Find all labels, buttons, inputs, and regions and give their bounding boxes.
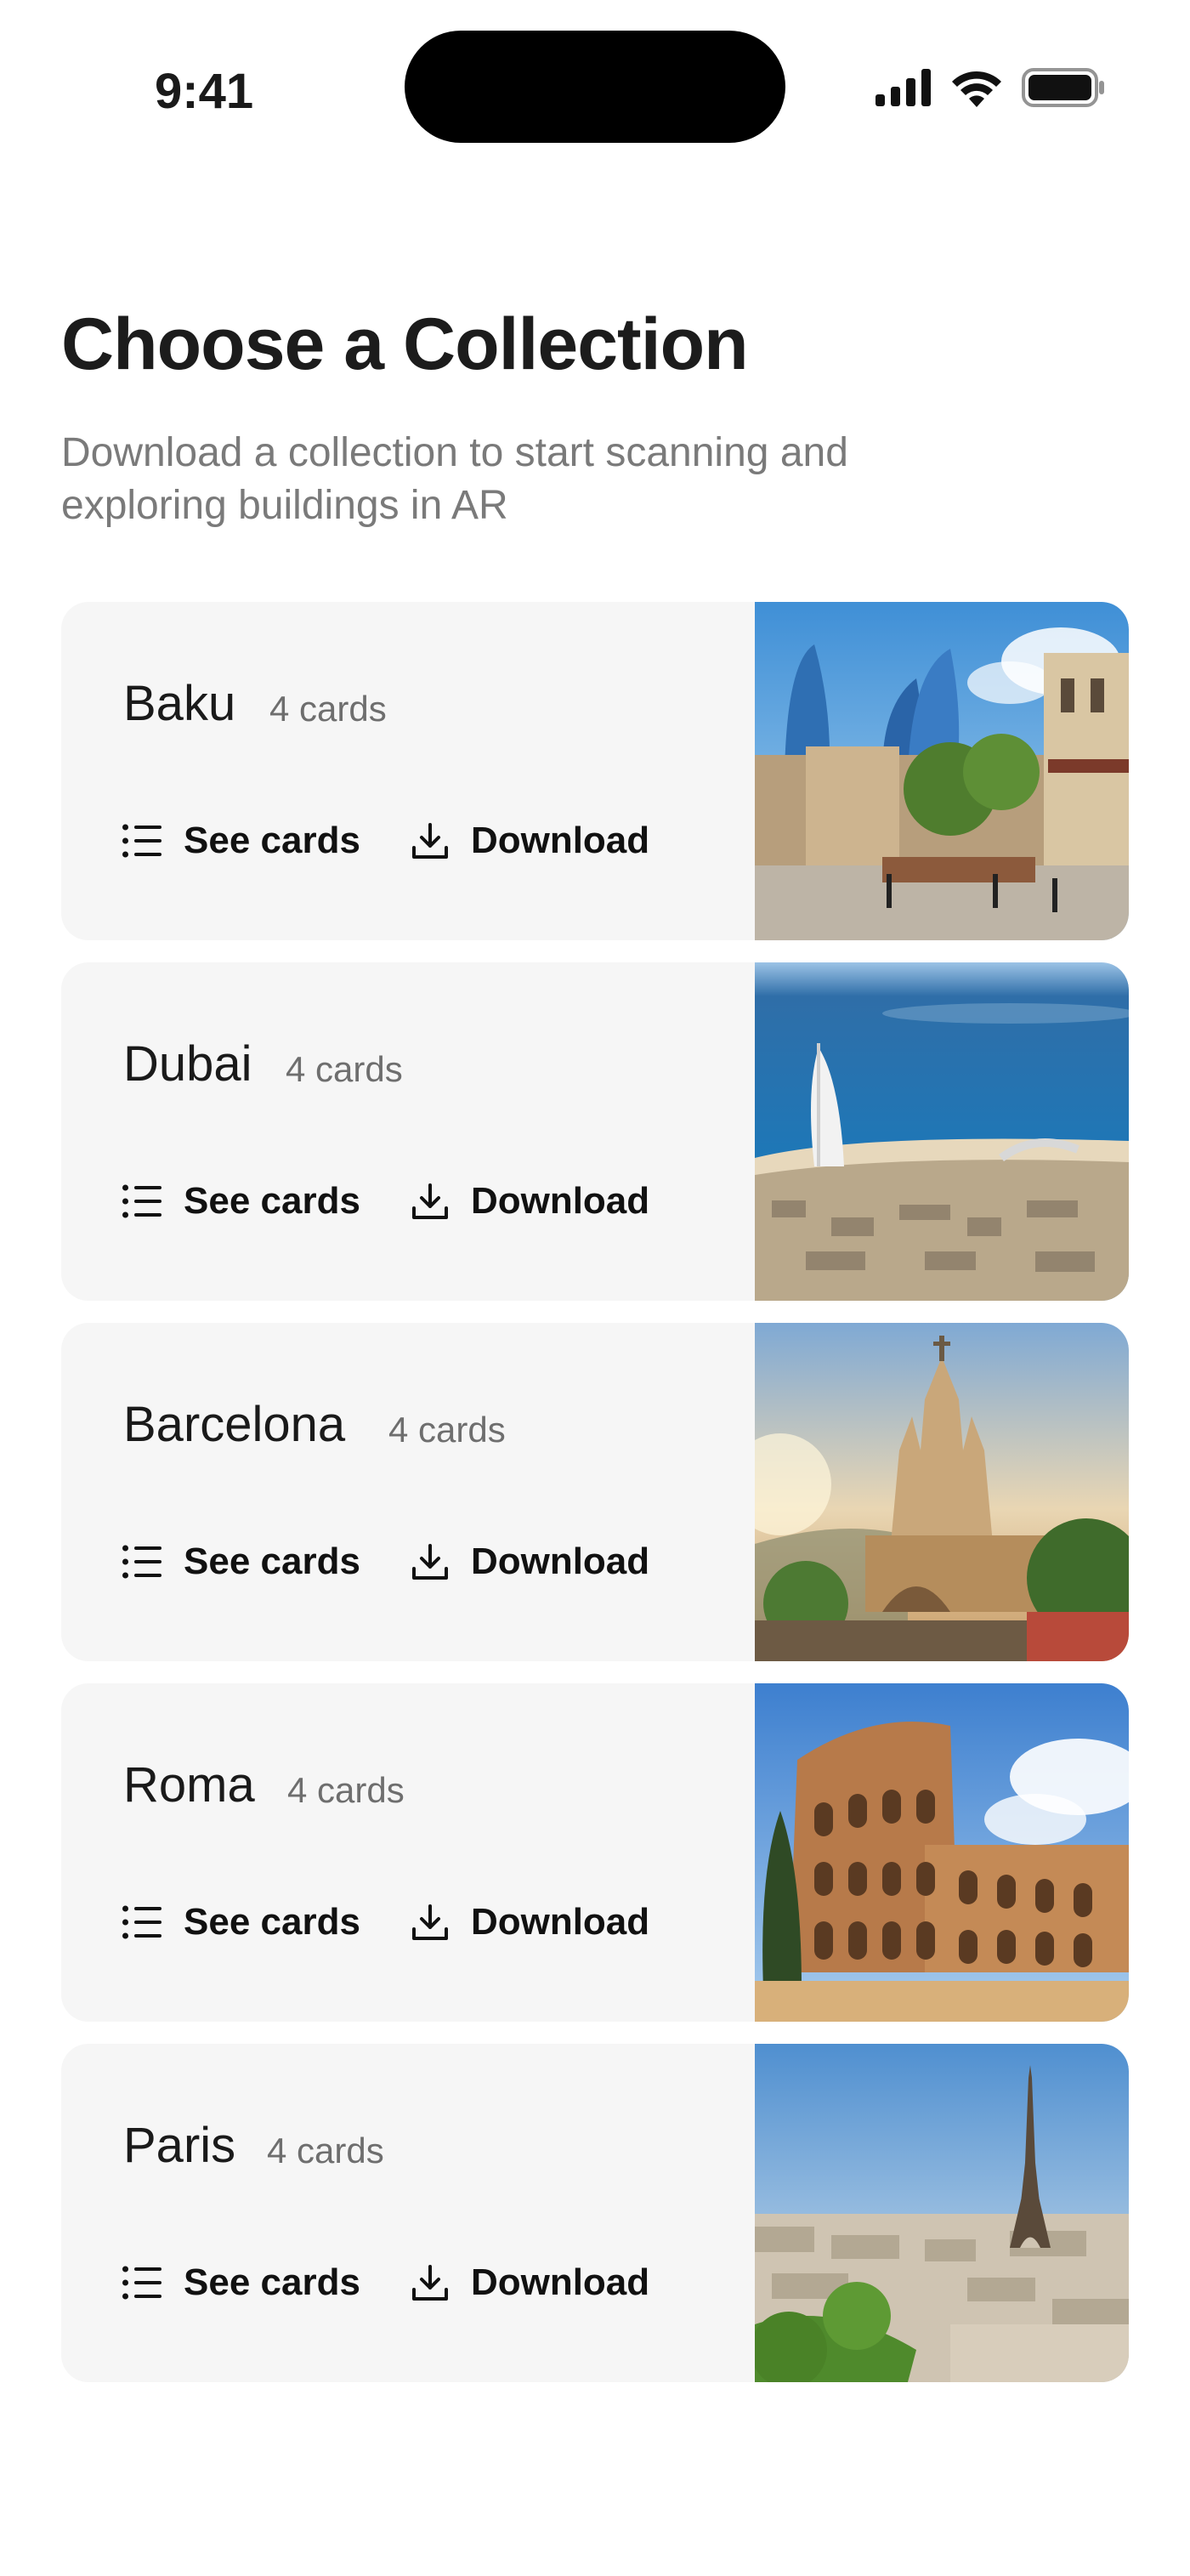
baku-photo — [755, 602, 1129, 940]
collection-card-paris: Paris 4 cards See cards Download — [61, 2044, 1129, 2382]
card-actions: See cards Download — [122, 1901, 649, 1943]
list-icon — [122, 1184, 162, 1218]
collection-card-count: 4 cards — [287, 1770, 405, 1810]
battery-icon — [1022, 68, 1105, 107]
status-bar: 9:41 — [0, 0, 1190, 145]
collection-name: Barcelona — [123, 1397, 346, 1452]
download-icon — [411, 822, 449, 860]
see-cards-label: See cards — [184, 1901, 360, 1943]
card-actions: See cards Download — [122, 2261, 649, 2304]
page-subtitle: Download a collection to start scanning … — [61, 430, 848, 528]
list-icon — [122, 824, 162, 858]
download-icon — [411, 2264, 449, 2301]
download-button[interactable]: Download — [411, 1901, 649, 1943]
collection-card-count: 4 cards — [388, 1410, 506, 1450]
download-label: Download — [470, 2261, 650, 2303]
collection-list: Baku 4 cards See cards Download Dubai 4 … — [61, 602, 1129, 2404]
collection-name: Paris — [123, 2118, 236, 2173]
collection-card-dubai: Dubai 4 cards See cards Download — [61, 962, 1129, 1301]
card-actions: See cards Download — [122, 1180, 649, 1223]
download-label: Download — [470, 1540, 650, 1582]
wifi-icon — [950, 68, 1003, 107]
download-icon — [411, 1543, 449, 1580]
see-cards-label: See cards — [184, 1180, 360, 1222]
see-cards-label: See cards — [184, 820, 360, 861]
download-label: Download — [470, 1180, 650, 1222]
list-icon — [122, 2266, 162, 2300]
collection-card-count: 4 cards — [269, 689, 387, 729]
download-button[interactable]: Download — [411, 2261, 649, 2304]
see-cards-button[interactable]: See cards — [122, 1540, 360, 1583]
paris-photo — [755, 2044, 1129, 2382]
dubai-photo — [755, 962, 1129, 1301]
see-cards-button[interactable]: See cards — [122, 1180, 360, 1223]
see-cards-label: See cards — [184, 1540, 360, 1582]
collection-name: Roma — [123, 1757, 255, 1813]
page-title: Choose a Collection — [61, 304, 749, 385]
download-button[interactable]: Download — [411, 820, 649, 862]
cellular-signal-icon — [876, 69, 932, 106]
see-cards-button[interactable]: See cards — [122, 1901, 360, 1943]
download-button[interactable]: Download — [411, 1180, 649, 1223]
card-actions: See cards Download — [122, 820, 649, 862]
see-cards-button[interactable]: See cards — [122, 820, 360, 862]
collection-card-barcelona: Barcelona 4 cards See cards Download — [61, 1323, 1129, 1661]
list-icon — [122, 1545, 162, 1579]
barcelona-photo — [755, 1323, 1129, 1661]
see-cards-button[interactable]: See cards — [122, 2261, 360, 2304]
collection-card-count: 4 cards — [286, 1049, 403, 1089]
dynamic-island — [405, 31, 785, 143]
roma-photo — [755, 1683, 1129, 2022]
status-time: 9:41 — [155, 64, 254, 119]
collection-card-roma: Roma 4 cards See cards Download — [61, 1683, 1129, 2022]
download-button[interactable]: Download — [411, 1540, 649, 1583]
collection-card-baku: Baku 4 cards See cards Download — [61, 602, 1129, 940]
collection-name: Baku — [123, 676, 236, 731]
collection-name: Dubai — [123, 1036, 252, 1092]
see-cards-label: See cards — [184, 2261, 360, 2303]
collection-card-count: 4 cards — [267, 2131, 384, 2170]
download-icon — [411, 1904, 449, 1941]
download-icon — [411, 1183, 449, 1220]
download-label: Download — [470, 1901, 650, 1943]
download-label: Download — [470, 820, 650, 861]
list-icon — [122, 1905, 162, 1939]
status-icons — [876, 68, 1105, 107]
card-actions: See cards Download — [122, 1540, 649, 1583]
